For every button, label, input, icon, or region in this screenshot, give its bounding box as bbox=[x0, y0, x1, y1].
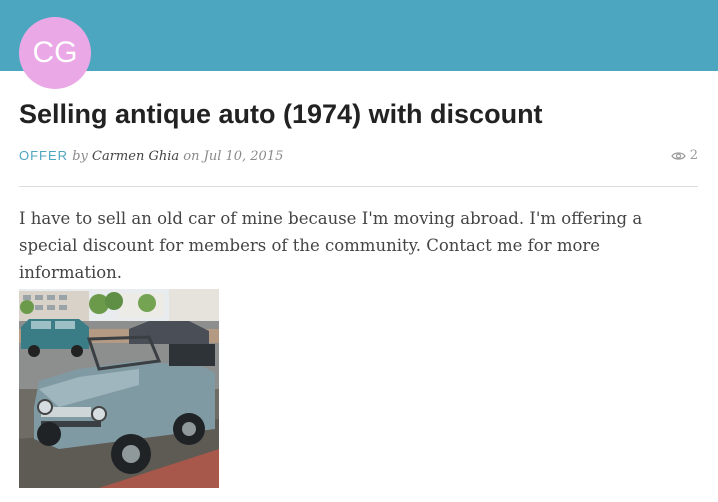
car-photo-illustration bbox=[19, 289, 219, 488]
view-count: 2 bbox=[671, 148, 698, 163]
header-bar bbox=[0, 0, 718, 71]
eye-icon bbox=[671, 151, 686, 160]
author-avatar[interactable]: CG bbox=[19, 17, 91, 89]
author-link[interactable]: Carmen Ghia bbox=[92, 149, 179, 164]
post-date: Jul 10, 2015 bbox=[203, 149, 284, 164]
divider bbox=[19, 186, 698, 187]
avatar-initials: CG bbox=[32, 36, 78, 69]
post-body: I have to sell an old car of mine becaus… bbox=[19, 209, 643, 282]
post-title: Selling antique auto (1974) with discoun… bbox=[19, 99, 543, 129]
category-link[interactable]: OFFER bbox=[19, 148, 68, 163]
on-label: on bbox=[183, 149, 200, 164]
car-photo[interactable] bbox=[19, 289, 219, 488]
post-meta: OFFER by Carmen Ghia on Jul 10, 2015 bbox=[19, 148, 283, 164]
view-count-value: 2 bbox=[689, 148, 698, 163]
by-label: by bbox=[72, 149, 88, 164]
